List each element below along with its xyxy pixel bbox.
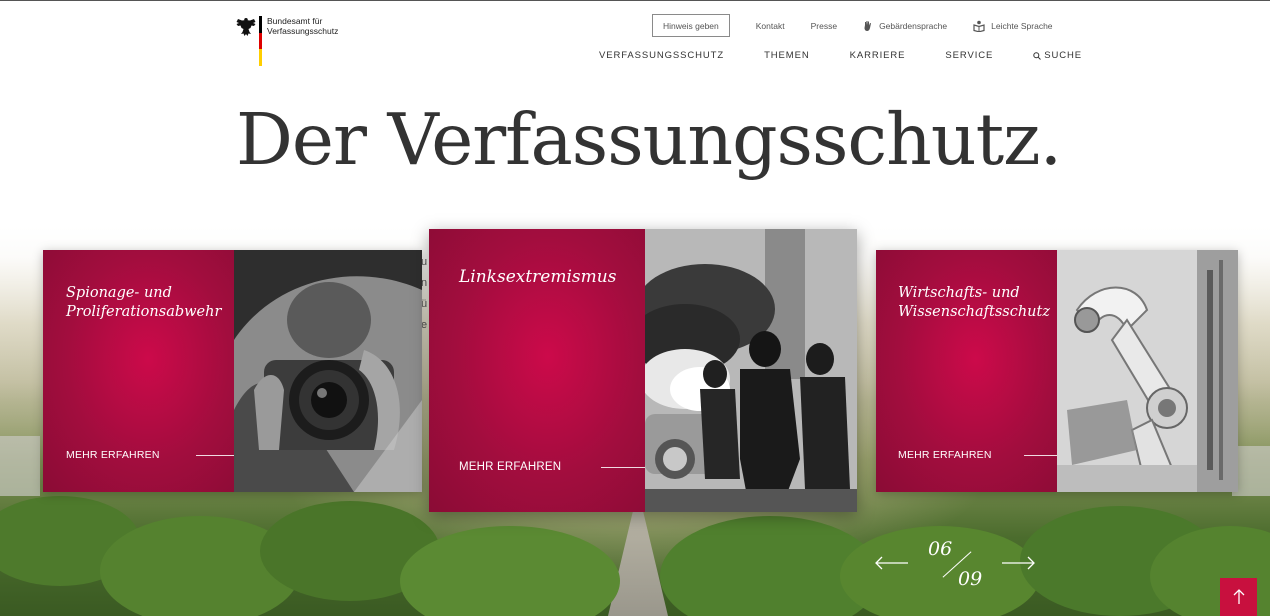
gebaerdensprache-link[interactable]: Gebärdensprache [863, 20, 947, 32]
arrow-left-icon[interactable] [874, 556, 910, 570]
page-title: Der Verfassungsschutz. [236, 98, 1062, 181]
leichte-sprache-link[interactable]: Leichte Sprache [973, 20, 1053, 32]
kontakt-label: Kontakt [755, 20, 785, 31]
agency-name: Bundesamt für Verfassungsschutz [267, 16, 339, 66]
card-title-line1: Linksextremismus [459, 267, 617, 287]
agency-logo[interactable]: Bundesamt für Verfassungsschutz [236, 16, 339, 67]
utility-nav: Hinweis geben Kontakt Presse Gebärdenspr… [652, 14, 1053, 37]
mehr-erfahren-link[interactable]: MEHR ERFAHREN [66, 449, 160, 461]
card-text-panel: Spionage- und Proliferationsabwehr MEHR … [43, 250, 234, 492]
sign-language-hand-icon [864, 20, 872, 31]
nav-suche-label: SUCHE [1044, 50, 1082, 61]
nav-suche[interactable]: SUCHE [1033, 50, 1082, 61]
german-flag-stripe [259, 16, 262, 67]
nav-themen[interactable]: THEMEN [764, 50, 810, 61]
easy-language-icon [973, 20, 985, 32]
nav-service[interactable]: SERVICE [945, 50, 993, 61]
card-title-line1: Wirtschafts- und [898, 285, 1020, 301]
card-title: Linksextremismus [459, 267, 616, 287]
nav-karriere[interactable]: KARRIERE [850, 50, 906, 61]
card-link-line [601, 467, 645, 468]
mehr-erfahren-link[interactable]: MEHR ERFAHREN [898, 449, 992, 461]
presse-label: Presse [810, 20, 838, 31]
teaser-card-wirtschaftsschutz[interactable]: Wirtschafts- und Wissenschaftsschutz MEH… [876, 250, 1238, 492]
card-link-line [1024, 455, 1057, 456]
card-image-photographer [234, 250, 422, 492]
card-title-line1: Spionage- und [66, 285, 172, 301]
city-skyline [0, 436, 40, 496]
card-title-line2: Proliferationsabwehr [66, 304, 222, 320]
mehr-erfahren-link[interactable]: MEHR ERFAHREN [459, 461, 561, 473]
carousel-pager: 06 09 [874, 538, 1036, 592]
kontakt-link[interactable]: Kontakt [756, 21, 785, 31]
arrow-up-icon [1233, 589, 1244, 604]
card-text-panel: Wirtschafts- und Wissenschaftsschutz MEH… [876, 250, 1057, 492]
robot-arm-illustration [1057, 250, 1238, 492]
nav-verfassungsschutz[interactable]: VERFASSUNGSSCHUTZ [599, 50, 724, 61]
teaser-card-spionage[interactable]: Spionage- und Proliferationsabwehr MEHR … [43, 250, 422, 492]
search-icon [1033, 51, 1042, 60]
leichte-sprache-label: Leichte Sprache [991, 20, 1053, 31]
gebaerdensprache-label: Gebärdensprache [879, 20, 948, 31]
card-title: Spionage- und Proliferationsabwehr [66, 284, 221, 322]
main-nav: VERFASSUNGSSCHUTZ THEMEN KARRIERE SERVIC… [599, 50, 1082, 61]
arrow-right-icon[interactable] [1000, 556, 1036, 570]
photographer-illustration [234, 250, 422, 492]
back-to-top-button[interactable] [1220, 578, 1257, 616]
presse-link[interactable]: Presse [811, 21, 837, 31]
road-through-park [608, 510, 668, 616]
total-slides-number: 09 [958, 568, 983, 590]
card-image-riot [645, 229, 857, 512]
federal-eagle-icon [236, 18, 256, 36]
hinweis-geben-button[interactable]: Hinweis geben [652, 14, 730, 37]
card-link-line [196, 455, 234, 456]
card-image-robot [1057, 250, 1238, 492]
card-title: Wirtschafts- und Wissenschaftsschutz [898, 284, 1050, 322]
top-border [0, 0, 1270, 1]
riot-illustration [645, 229, 857, 512]
card-title-line2: Wissenschaftsschutz [898, 304, 1050, 320]
teaser-card-linksextremismus[interactable]: Linksextremismus MEHR ERFAHREN [429, 229, 857, 512]
card-text-panel: Linksextremismus MEHR ERFAHREN [429, 229, 645, 512]
current-slide-number: 06 [928, 538, 953, 560]
agency-name-line2: Verfassungsschutz [267, 25, 339, 36]
